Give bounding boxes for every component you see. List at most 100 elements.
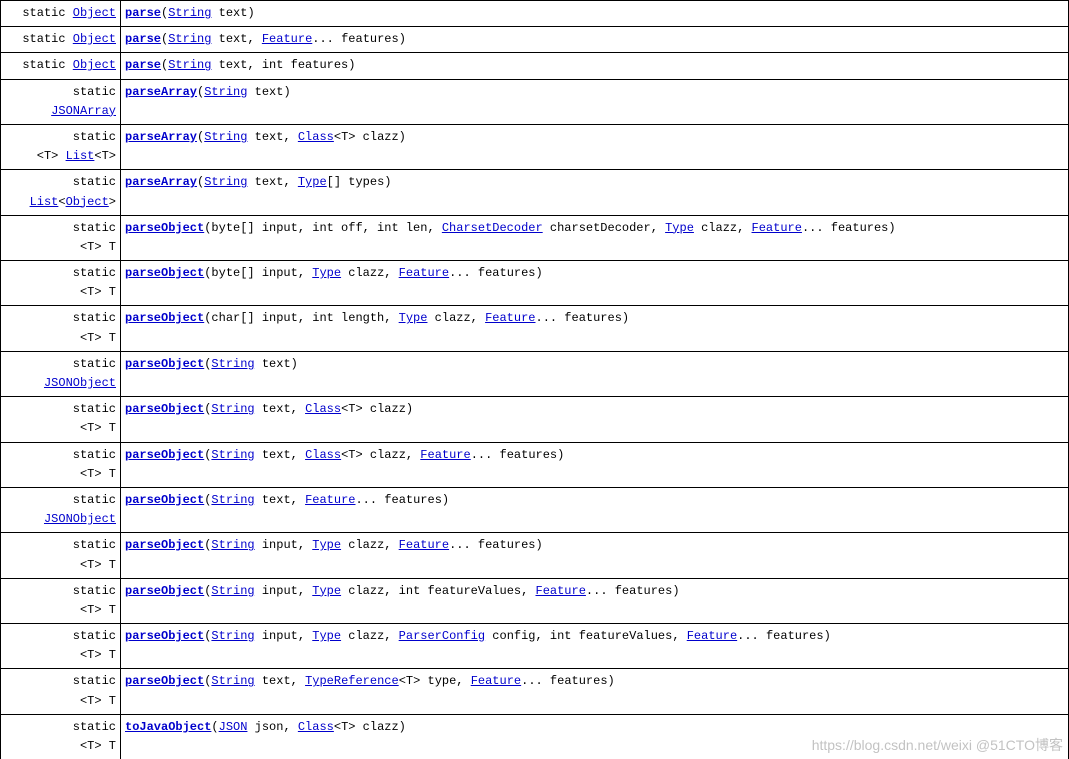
param-seg: (byte[] input,	[204, 266, 312, 280]
type-type[interactable]: Type	[312, 538, 341, 552]
keyword-static: static	[73, 538, 116, 552]
method-parseobject[interactable]: parseObject	[125, 448, 204, 462]
signature-cell: parseObject(String text, Feature... feat…	[121, 487, 1069, 532]
type-feature[interactable]: Feature	[399, 538, 449, 552]
signature-cell: parseObject(String input, Type clazz, Pa…	[121, 624, 1069, 669]
type-typereference[interactable]: TypeReference	[305, 674, 399, 688]
method-parsearray[interactable]: parseArray	[125, 130, 197, 144]
api-row: static JSONArray parseArray(String text)	[1, 79, 1069, 124]
api-row: static <T> T parseObject(byte[] input, i…	[1, 215, 1069, 260]
type-json[interactable]: JSON	[219, 720, 248, 734]
param-seg: clazz,	[341, 538, 399, 552]
type-object[interactable]: Object	[73, 58, 116, 72]
method-parseobject[interactable]: parseObject	[125, 493, 204, 507]
method-parseobject[interactable]: parseObject	[125, 266, 204, 280]
type-jsonobject[interactable]: JSONObject	[44, 512, 116, 526]
keyword-static: static	[73, 311, 116, 325]
type-list[interactable]: List	[66, 149, 95, 163]
method-tojavaobject[interactable]: toJavaObject	[125, 720, 211, 734]
method-parse[interactable]: parse	[125, 58, 161, 72]
param-tail: ... features)	[586, 584, 680, 598]
type-class[interactable]: Class	[298, 130, 334, 144]
method-parseobject[interactable]: parseObject	[125, 538, 204, 552]
method-parsearray[interactable]: parseArray	[125, 175, 197, 189]
api-row: static <T> T parseObject(String text, Cl…	[1, 397, 1069, 442]
param-sep: text,	[255, 493, 305, 507]
type-string[interactable]: String	[168, 58, 211, 72]
method-parse[interactable]: parse	[125, 32, 161, 46]
method-parseobject[interactable]: parseObject	[125, 221, 204, 235]
type-string[interactable]: String	[211, 538, 254, 552]
type-string[interactable]: String	[211, 493, 254, 507]
type-feature[interactable]: Feature	[471, 674, 521, 688]
param-seg: json,	[247, 720, 297, 734]
type-string[interactable]: String	[211, 448, 254, 462]
method-parsearray[interactable]: parseArray	[125, 85, 197, 99]
api-row: static <T> T parseObject(String text, Ty…	[1, 669, 1069, 714]
param-tail: ... features)	[312, 32, 406, 46]
type-object[interactable]: Object	[73, 32, 116, 46]
method-parseobject[interactable]: parseObject	[125, 674, 204, 688]
type-string[interactable]: String	[211, 357, 254, 371]
modifier-cell: static <T> T	[1, 306, 121, 351]
method-parseobject[interactable]: parseObject	[125, 357, 204, 371]
type-type[interactable]: Type	[312, 584, 341, 598]
type-string[interactable]: String	[168, 32, 211, 46]
modifier-cell: static <T> List<T>	[1, 124, 121, 169]
type-string[interactable]: String	[211, 584, 254, 598]
method-parseobject[interactable]: parseObject	[125, 311, 204, 325]
modifier-cell: static Object	[1, 1, 121, 27]
method-parseobject[interactable]: parseObject	[125, 584, 204, 598]
signature-cell: parseObject(String input, Type clazz, Fe…	[121, 533, 1069, 578]
param-tail: [] types)	[327, 175, 392, 189]
api-row: static Object parse(String text, int fea…	[1, 53, 1069, 79]
type-object[interactable]: Object	[73, 6, 116, 20]
method-parseobject[interactable]: parseObject	[125, 402, 204, 416]
type-type[interactable]: Type	[312, 629, 341, 643]
type-object[interactable]: Object	[66, 195, 109, 209]
type-type[interactable]: Type	[298, 175, 327, 189]
type-feature[interactable]: Feature	[687, 629, 737, 643]
type-string[interactable]: String	[211, 402, 254, 416]
param-sep: text,	[255, 448, 305, 462]
keyword-static: static	[73, 221, 116, 235]
generic-t: <T>	[37, 149, 59, 163]
modifier-cell: static List<Object>	[1, 170, 121, 215]
type-class[interactable]: Class	[305, 448, 341, 462]
type-string[interactable]: String	[204, 175, 247, 189]
method-parseobject[interactable]: parseObject	[125, 629, 204, 643]
param-seg: config, int featureValues,	[485, 629, 687, 643]
type-class[interactable]: Class	[298, 720, 334, 734]
modifier-cell: static JSONObject	[1, 487, 121, 532]
type-string[interactable]: String	[211, 674, 254, 688]
type-feature[interactable]: Feature	[752, 221, 802, 235]
modifier-cell: static <T> T	[1, 714, 121, 759]
type-feature[interactable]: Feature	[262, 32, 312, 46]
type-feature[interactable]: Feature	[420, 448, 470, 462]
type-jsonobject[interactable]: JSONObject	[44, 376, 116, 390]
type-feature[interactable]: Feature	[399, 266, 449, 280]
param-seg: clazz,	[694, 221, 752, 235]
type-type[interactable]: Type	[399, 311, 428, 325]
keyword-static: static	[73, 130, 116, 144]
modifier-cell: static <T> T	[1, 215, 121, 260]
type-string[interactable]: String	[204, 130, 247, 144]
param-seg: clazz,	[427, 311, 485, 325]
type-type[interactable]: Type	[665, 221, 694, 235]
type-list[interactable]: List	[30, 195, 59, 209]
type-feature[interactable]: Feature	[536, 584, 586, 598]
modifier-cell: static <T> T	[1, 624, 121, 669]
type-charsetdecoder[interactable]: CharsetDecoder	[442, 221, 543, 235]
type-string[interactable]: String	[211, 629, 254, 643]
type-jsonarray[interactable]: JSONArray	[51, 104, 116, 118]
signature-cell: parseObject(String input, Type clazz, in…	[121, 578, 1069, 623]
generic-t-t: <T> T	[80, 331, 116, 345]
type-class[interactable]: Class	[305, 402, 341, 416]
method-parse[interactable]: parse	[125, 6, 161, 20]
type-feature[interactable]: Feature	[305, 493, 355, 507]
type-string[interactable]: String	[168, 6, 211, 20]
type-feature[interactable]: Feature	[485, 311, 535, 325]
type-parserconfig[interactable]: ParserConfig	[399, 629, 485, 643]
type-string[interactable]: String	[204, 85, 247, 99]
type-type[interactable]: Type	[312, 266, 341, 280]
